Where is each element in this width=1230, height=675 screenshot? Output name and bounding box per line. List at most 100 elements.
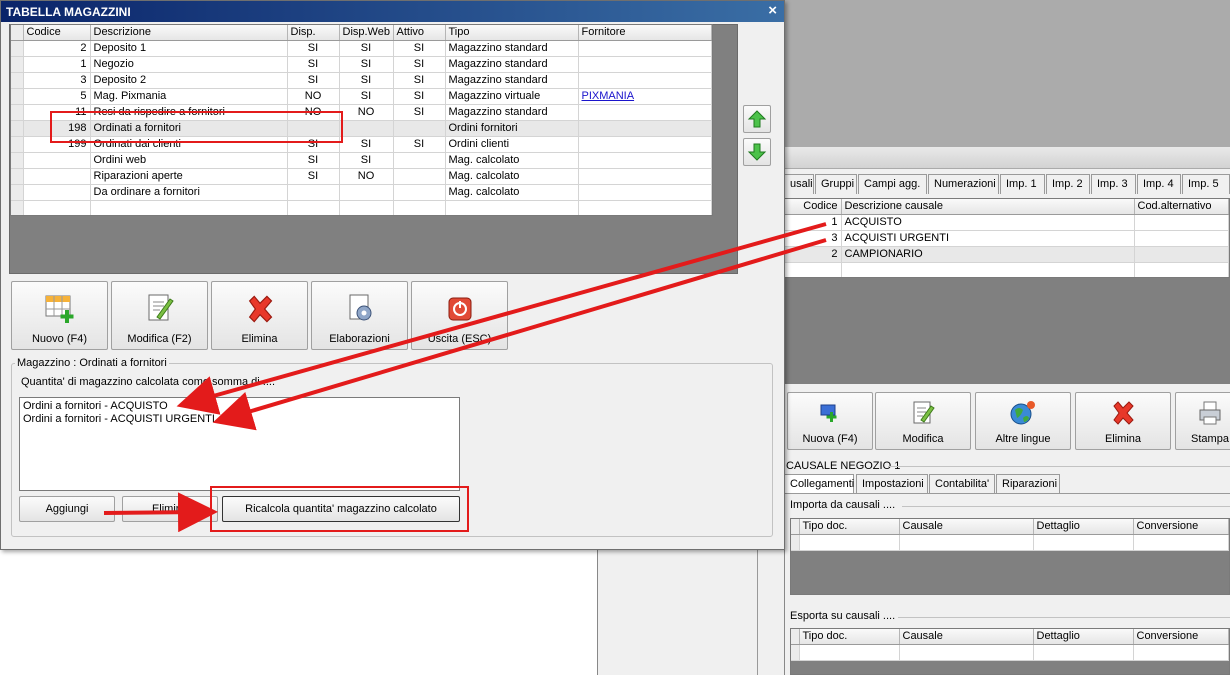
table-cell: 5: [23, 88, 91, 105]
tab-3[interactable]: Numerazioni: [928, 174, 999, 194]
table-row[interactable]: 3 Deposito 2 SI SI SI Magazzino standard: [11, 72, 712, 89]
table-row[interactable]: 1 ACQUISTO: [785, 214, 1229, 231]
tab-0[interactable]: usali: [784, 174, 814, 194]
table-cell: [23, 168, 91, 185]
column-header[interactable]: Fornitore: [578, 25, 712, 41]
column-header[interactable]: Conversione: [1133, 629, 1229, 645]
table-row[interactable]: Riparazioni aperte SI NO Mag. calcolato: [11, 168, 712, 185]
move-down-button[interactable]: [743, 138, 771, 166]
table-cell: 2: [785, 246, 842, 263]
tab-1[interactable]: Gruppi: [815, 174, 857, 194]
tab-6[interactable]: Imp. 3: [1091, 174, 1136, 194]
sub-tab-3[interactable]: Riparazioni: [996, 474, 1060, 494]
delete-button[interactable]: Elimina: [211, 281, 308, 350]
table-row[interactable]: [791, 534, 1229, 551]
column-header[interactable]: Codice: [785, 199, 842, 215]
column-header[interactable]: Causale: [899, 519, 1034, 535]
table-cell: Mag. calcolato: [445, 152, 579, 169]
sub-tab-1[interactable]: Impostazioni: [856, 474, 928, 494]
list-item[interactable]: Ordini a fornitori - ACQUISTO: [23, 400, 456, 413]
column-header[interactable]: Tipo doc.: [799, 519, 900, 535]
window-title: TABELLA MAGAZZINI: [6, 5, 131, 19]
row-indicator: [11, 104, 24, 121]
list-item[interactable]: Ordini a fornitori - ACQUISTI URGENTI: [23, 413, 456, 426]
button-label: Altre lingue: [995, 433, 1051, 445]
sub-tab-0[interactable]: Collegamenti: [784, 474, 854, 494]
table-row[interactable]: 5 Mag. Pixmania NO SI SI Magazzino virtuale PI…: [11, 88, 712, 105]
table-row[interactable]: 2 Deposito 1 SI SI SI Magazzino standard: [11, 40, 712, 57]
tab-4[interactable]: Imp. 1: [1000, 174, 1045, 194]
edit-document-icon: [913, 401, 935, 424]
sub-tab-2[interactable]: Contabilita': [929, 474, 995, 494]
table-cell: NO: [339, 104, 394, 121]
edit-button[interactable]: Modifica (F2): [111, 281, 208, 350]
table-row[interactable]: Ordini web SI SI Mag. calcolato: [11, 152, 712, 169]
column-header[interactable]: Conversione: [1133, 519, 1229, 535]
table-cell: SI: [393, 40, 446, 57]
table-row[interactable]: 11 Resi da rispedire a fornitori NO NO SI Mag…: [11, 104, 712, 121]
column-header[interactable]: Descrizione: [90, 25, 288, 41]
add-button[interactable]: Aggiungi: [19, 496, 115, 522]
table-cell: Ordini fornitori: [445, 120, 579, 137]
table-cell: 11: [23, 104, 91, 121]
tab-2[interactable]: Campi agg.: [858, 174, 927, 194]
edit-causal-button[interactable]: Modifica: [875, 392, 971, 450]
new-button[interactable]: Nuovo (F4): [11, 281, 108, 350]
table-cell: [578, 152, 712, 169]
column-header[interactable]: Descrizione causale: [841, 199, 1135, 215]
close-icon[interactable]: ×: [768, 2, 777, 19]
button-label: Aggiungi: [45, 503, 89, 515]
table-row[interactable]: 198 Ordinati a fornitori Ordini fornitori: [11, 120, 712, 137]
move-up-button[interactable]: [743, 105, 771, 133]
table-cell: [393, 120, 446, 137]
table-row[interactable]: 199 Ordinati dai clienti SI SI SI Ordini clie…: [11, 136, 712, 153]
table-row[interactable]: 3 ACQUISTI URGENTI: [785, 230, 1229, 247]
table-row[interactable]: 2 CAMPIONARIO: [785, 246, 1229, 263]
column-header[interactable]: Tipo: [445, 25, 579, 41]
table-row[interactable]: Da ordinare a fornitori Mag. calcolato: [11, 184, 712, 201]
exit-button[interactable]: Uscita (ESC): [411, 281, 508, 350]
tab-8[interactable]: Imp. 5: [1182, 174, 1230, 194]
row-indicator: [11, 120, 24, 137]
tab-5[interactable]: Imp. 2: [1046, 174, 1090, 194]
table-cell: [578, 104, 712, 121]
table-row[interactable]: [11, 200, 712, 215]
table-cell: SI: [287, 168, 340, 185]
table-cell: SI: [339, 56, 394, 73]
column-header[interactable]: Codice: [23, 25, 91, 41]
column-header[interactable]: Dettaglio: [1033, 519, 1134, 535]
table-cell: SI: [393, 104, 446, 121]
button-label: Ricalcola quantita' magazzino calcolato: [245, 503, 437, 515]
column-header[interactable]: Attivo: [393, 25, 446, 41]
table-cell: Deposito 1: [90, 40, 288, 57]
causal-section-title: CAUSALE NEGOZIO 1: [786, 460, 901, 472]
column-header[interactable]: Causale: [899, 629, 1034, 645]
table-row[interactable]: [791, 644, 1229, 661]
delete-causal-button[interactable]: Elimina: [1075, 392, 1171, 450]
tab-7[interactable]: Imp. 4: [1137, 174, 1181, 194]
remove-button[interactable]: Elimina: [122, 496, 218, 522]
causali-table-header: Codice Descrizione causale Cod.alternati…: [785, 199, 1229, 215]
export-grid: Tipo doc. Causale Dettaglio Conversione: [790, 628, 1230, 675]
table-cell: Mag. calcolato: [445, 184, 579, 201]
column-header[interactable]: Cod.alternativo: [1134, 199, 1229, 215]
recalculate-button[interactable]: Ricalcola quantita' magazzino calcolato: [222, 496, 460, 522]
new-table-icon: [45, 295, 73, 323]
column-header[interactable]: Disp.: [287, 25, 340, 41]
edit-document-icon: [148, 294, 174, 321]
background-scroll-area: [597, 548, 757, 675]
warehouse-table: Codice Descrizione Disp. Disp.Web Attivo…: [10, 24, 713, 216]
button-label: Modifica: [902, 433, 944, 445]
column-header[interactable]: Tipo doc.: [799, 629, 900, 645]
calculated-sources-list[interactable]: Ordini a fornitori - ACQUISTO Ordini a f…: [19, 397, 460, 491]
new-causal-button[interactable]: Nuova (F4): [787, 392, 873, 450]
process-button[interactable]: Elaborazioni: [311, 281, 408, 350]
column-header[interactable]: Disp.Web: [339, 25, 394, 41]
print-button[interactable]: Stampa: [1175, 392, 1230, 450]
sub-tab-baseline: [784, 493, 1230, 494]
table-row[interactable]: [785, 262, 1229, 277]
table-cell: SI: [339, 136, 394, 153]
other-languages-button[interactable]: Altre lingue: [975, 392, 1071, 450]
table-row[interactable]: 1 Negozio SI SI SI Magazzino standard: [11, 56, 712, 73]
column-header[interactable]: Dettaglio: [1033, 629, 1134, 645]
